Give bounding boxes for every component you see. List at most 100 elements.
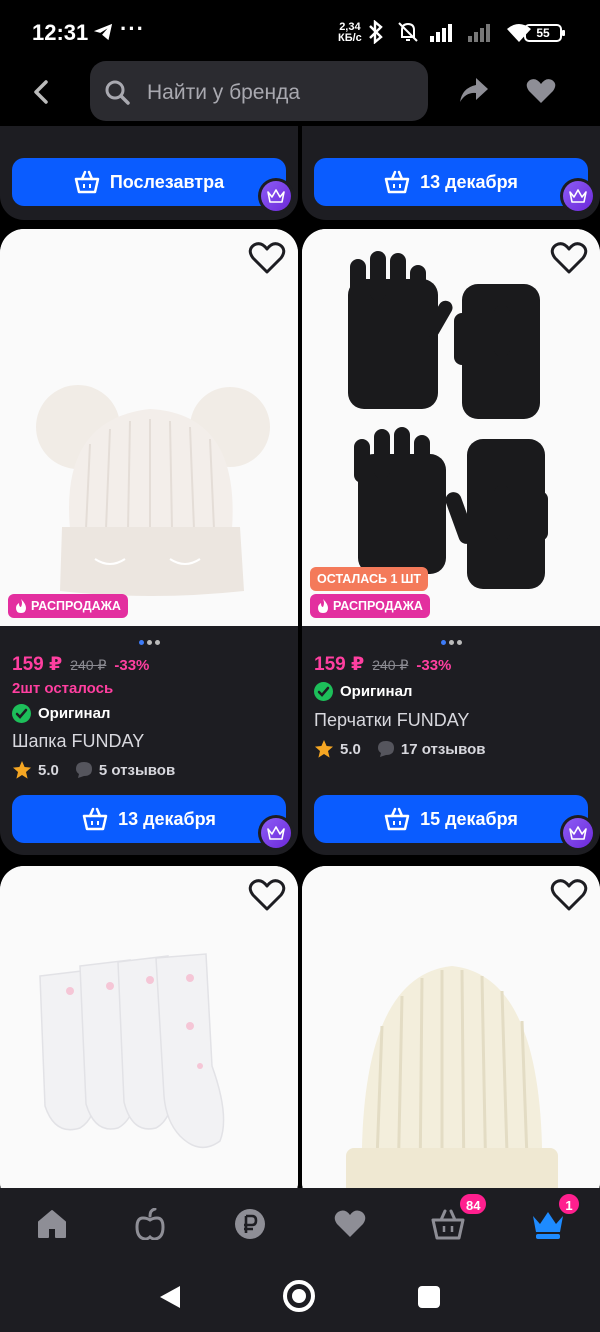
heart-outline-icon bbox=[248, 879, 286, 911]
original-text: Оригинал bbox=[38, 705, 111, 722]
delivery-date: 15 декабря bbox=[420, 808, 518, 829]
favorite-brand-button[interactable] bbox=[526, 78, 556, 109]
comment-icon bbox=[377, 741, 394, 757]
product-image[interactable] bbox=[302, 866, 600, 1188]
sale-badge: РАСПРОДАЖА bbox=[8, 594, 128, 618]
heart-icon bbox=[526, 79, 556, 103]
product-card[interactable]: ОСТАЛАСЬ 1 ШТ РАСПРОДАЖА 159 ₽ 240 ₽ -33… bbox=[302, 229, 600, 855]
last-item-badge: ОСТАЛАСЬ 1 ШТ bbox=[310, 567, 429, 591]
signal-icon bbox=[430, 24, 452, 42]
home-icon bbox=[38, 1210, 66, 1238]
mute-bell-icon bbox=[398, 22, 418, 42]
price-row: 159 ₽ 240 ₽ -33% bbox=[314, 653, 451, 676]
share-button[interactable] bbox=[458, 76, 490, 109]
reviews-count[interactable]: 5 отзывов bbox=[99, 762, 175, 779]
knit-hat-image bbox=[302, 866, 600, 1188]
stock-left: 2шт осталось bbox=[12, 680, 114, 697]
add-to-cart-button[interactable]: 13 декабря bbox=[314, 158, 588, 206]
signal-2-icon bbox=[468, 24, 490, 42]
old-price: 240 ₽ bbox=[70, 657, 107, 673]
delivery-date: 13 декабря bbox=[118, 808, 216, 829]
add-to-favorites-button[interactable] bbox=[550, 878, 588, 914]
system-home-button[interactable] bbox=[283, 1280, 315, 1312]
fire-icon bbox=[318, 599, 328, 613]
rating-value: 5.0 bbox=[38, 761, 59, 779]
crown-icon bbox=[267, 826, 285, 840]
add-to-favorites-button[interactable] bbox=[248, 878, 286, 914]
premium-badge bbox=[258, 178, 294, 214]
check-icon bbox=[314, 682, 333, 701]
product-feed[interactable]: Послезавтра 13 декабря РАСПРОДАЖА 159 ₽ … bbox=[0, 126, 600, 1188]
battery-indicator: 55 bbox=[524, 24, 565, 42]
premium-badge bbox=[560, 815, 596, 851]
sale-badge-label: РАСПРОДАЖА bbox=[333, 599, 423, 613]
socks-image bbox=[0, 866, 298, 1188]
original-label: Оригинал bbox=[12, 704, 110, 723]
product-card[interactable]: 13 декабря bbox=[302, 126, 600, 220]
add-to-favorites-button[interactable] bbox=[248, 241, 286, 277]
tab-catalog[interactable] bbox=[130, 1206, 170, 1242]
sale-badge: РАСПРОДАЖА bbox=[310, 594, 430, 618]
product-card[interactable]: РАСПРОДАЖА 159 ₽ 240 ₽ -33% 2шт осталось… bbox=[0, 229, 298, 855]
tab-favorites[interactable] bbox=[330, 1206, 370, 1242]
speed-unit: КБ/с bbox=[338, 32, 362, 44]
status-icons bbox=[366, 20, 532, 44]
sale-badge-label: РАСПРОДАЖА bbox=[31, 599, 121, 613]
search-icon bbox=[105, 80, 130, 105]
rating-row: 5.0 17 отзывов bbox=[314, 739, 486, 759]
cart-icon bbox=[384, 170, 410, 194]
product-image[interactable] bbox=[0, 866, 298, 1188]
add-to-favorites-button[interactable] bbox=[550, 241, 588, 277]
product-card[interactable] bbox=[0, 866, 298, 1188]
product-image[interactable]: ОСТАЛАСЬ 1 ШТ РАСПРОДАЖА bbox=[302, 229, 600, 626]
product-image[interactable]: РАСПРОДАЖА bbox=[0, 229, 298, 626]
tab-finance[interactable] bbox=[230, 1206, 270, 1242]
premium-badge bbox=[560, 178, 596, 214]
heart-outline-icon bbox=[248, 242, 286, 274]
cart-icon bbox=[74, 170, 100, 194]
search-placeholder: Найти у бренда bbox=[147, 81, 301, 104]
cart-badge: 84 bbox=[458, 1192, 489, 1216]
apple-icon bbox=[135, 1208, 165, 1240]
network-speed: 2,34 КБ/с bbox=[338, 22, 362, 44]
tab-home[interactable] bbox=[32, 1206, 72, 1242]
crown-icon bbox=[267, 189, 285, 203]
triangle-back-icon bbox=[160, 1286, 180, 1308]
bluetooth-icon bbox=[369, 20, 383, 44]
system-back-button[interactable] bbox=[158, 1284, 182, 1315]
brand-search-input[interactable]: Найти у бренда bbox=[90, 61, 428, 121]
product-card[interactable]: Послезавтра bbox=[0, 126, 298, 220]
delivery-date: 13 декабря bbox=[420, 171, 518, 192]
reviews-count[interactable]: 17 отзывов bbox=[401, 741, 486, 758]
system-recents-button[interactable] bbox=[418, 1286, 440, 1308]
chevron-left-icon bbox=[34, 80, 48, 104]
discount: -33% bbox=[416, 657, 452, 674]
profile-badge: 1 bbox=[557, 1192, 581, 1216]
add-to-cart-button[interactable]: Послезавтра bbox=[12, 158, 286, 206]
beanie-image bbox=[0, 229, 298, 626]
image-carousel-dots bbox=[302, 632, 600, 645]
add-to-cart-button[interactable]: 13 декабря bbox=[12, 795, 286, 843]
system-navigation-bar bbox=[0, 1258, 600, 1332]
heart-outline-icon bbox=[550, 242, 588, 274]
more-notifications-icon: ··· bbox=[120, 16, 145, 41]
share-icon bbox=[460, 78, 488, 102]
product-card[interactable] bbox=[302, 866, 600, 1188]
star-icon bbox=[13, 761, 31, 779]
comment-icon bbox=[75, 762, 92, 778]
top-bar: Найти у бренда bbox=[0, 56, 600, 126]
product-title[interactable]: Перчатки FUNDAY bbox=[314, 710, 469, 731]
telegram-icon bbox=[92, 22, 114, 47]
image-carousel-dots bbox=[0, 632, 298, 645]
cart-icon bbox=[82, 807, 108, 831]
discount: -33% bbox=[114, 657, 150, 674]
add-to-cart-button[interactable]: 15 декабря bbox=[314, 795, 588, 843]
heart-outline-icon bbox=[550, 879, 588, 911]
product-title[interactable]: Шапка FUNDAY bbox=[12, 731, 144, 752]
current-price: 159 ₽ bbox=[12, 654, 63, 675]
back-button[interactable] bbox=[24, 74, 60, 110]
heart-icon bbox=[334, 1210, 366, 1237]
crown-icon bbox=[569, 189, 587, 203]
cart-icon bbox=[384, 807, 410, 831]
rating-value: 5.0 bbox=[340, 740, 361, 758]
